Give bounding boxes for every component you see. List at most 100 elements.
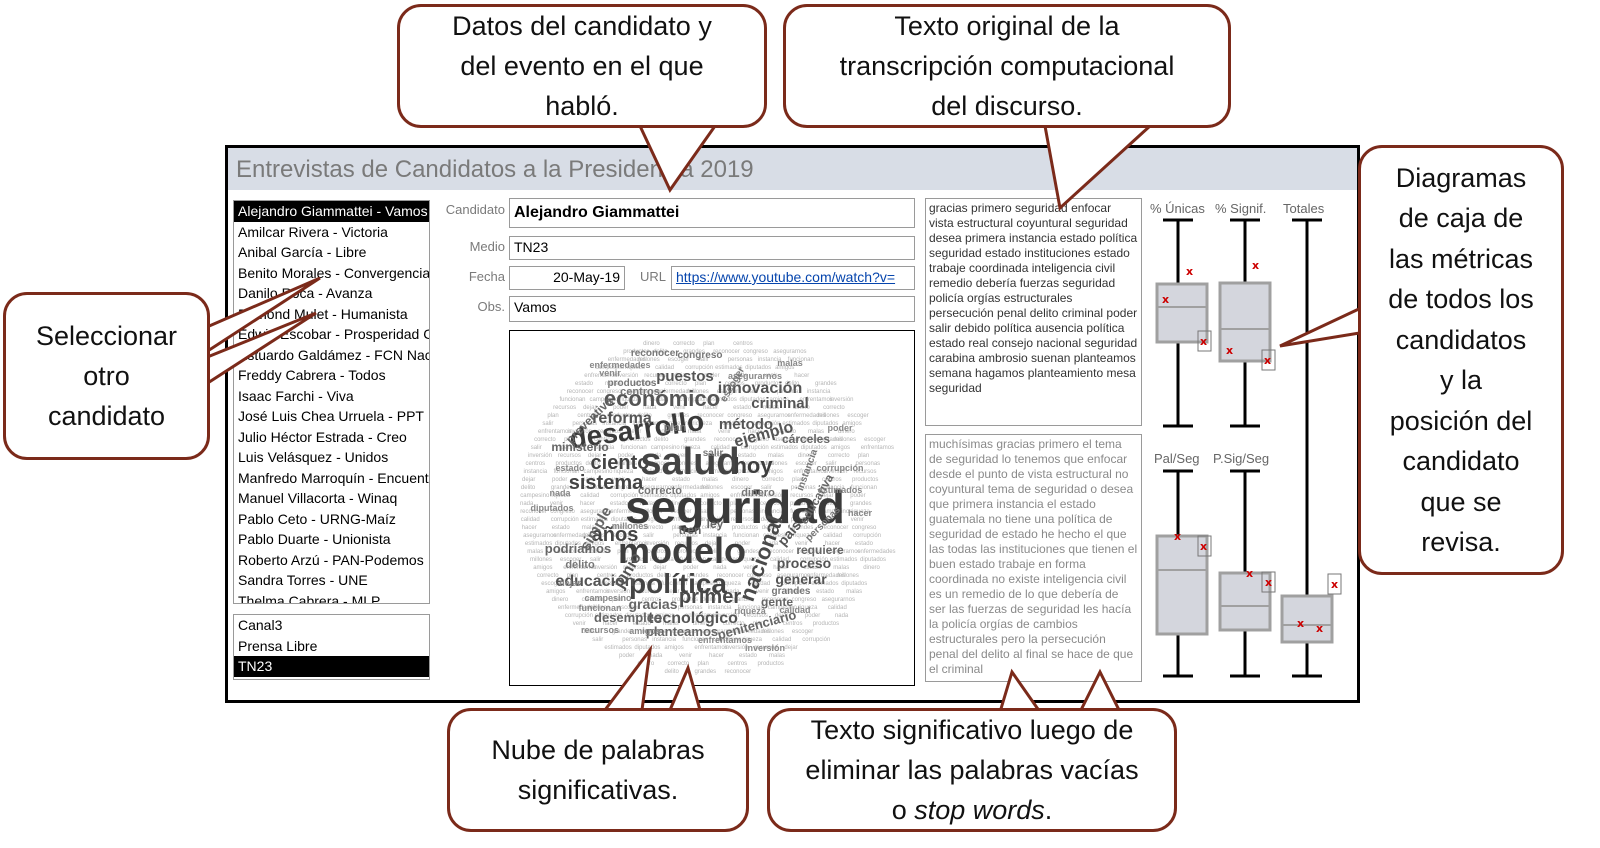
word-cloud-filler: millones [837,573,859,579]
callout-texto-sig-prefix: o [891,795,915,825]
word-cloud-filler: delito [665,669,680,675]
word-cloud-filler: grandes [815,381,837,387]
obs-field[interactable]: Vamos [509,296,915,322]
callout-datos-line: del evento en el que [460,51,704,81]
candidate-listbox[interactable]: Alejandro Giammattei - Vamos Amilcar Rive… [233,200,430,604]
word-cloud-filler: estado [552,525,571,531]
word-cloud-filler: campesino [520,493,550,499]
word-cloud-filler: dinero [643,341,660,347]
word-cloud-word: calidad [779,605,810,615]
word-cloud-filler: grandes [695,669,717,675]
candidate-list-item[interactable]: Roberto Arzú - PAN-Podemos [234,550,429,571]
word-cloud-word: venir [599,368,621,378]
candidate-list-item[interactable]: Julio Héctor Estrada - Creo [234,427,429,448]
candidate-list-item[interactable]: Freddy Cabrera - Todos [234,365,429,386]
original-transcript-text[interactable]: gracias primero seguridad enfocar vista … [925,198,1142,426]
word-cloud-filler: correcto [823,405,845,411]
media-list-item[interactable]: Canal3 [234,615,429,636]
candidate-list-item[interactable]: Edwin Escobar - Prosperidad Ciudadana [234,324,429,345]
word-cloud-filler: productos [813,621,839,627]
word-cloud-word: requiere [796,543,844,557]
media-list-item[interactable]: TN23 [234,656,429,677]
candidate-list-item[interactable]: Luis Velásquez - Unidos [234,447,429,468]
word-cloud-filler: malas [527,549,543,555]
word-cloud-filler: reconocer [567,389,594,395]
word-cloud-filler: salir [542,421,553,427]
candidato-field[interactable]: Alejandro Giammattei [509,198,915,228]
callout-diagramas: Diagramas de caja de las métricas de tod… [1358,145,1564,575]
word-cloud-filler: asegurarnos [523,533,556,539]
callout-texto-sig-em: stop words [914,795,1045,825]
candidate-list-item[interactable]: José Luis Chea Urruela - PPT [234,406,429,427]
marker-x: x [1162,293,1169,306]
word-cloud-filler: correcto [668,661,690,667]
word-cloud-filler: millones [834,437,856,443]
candidate-list-item[interactable]: Manfredo Marroquín - Encuentro [234,468,429,489]
word-cloud-word: millones [612,521,649,531]
candidate-list-item[interactable]: Estuardo Galdámez - FCN Nación [234,345,429,366]
marker-x: x [1252,259,1259,272]
word-cloud-filler: estado [739,653,758,659]
url-field[interactable]: https://www.youtube.com/watch?v= [671,266,915,290]
candidate-list-item[interactable]: Pablo Ceto - URNG-Maíz [234,509,429,530]
word-cloud-filler: escoger [847,413,868,419]
candidate-list-item[interactable]: Pablo Duarte - Unionista [234,529,429,550]
word-cloud-filler: reconocer [725,669,752,675]
candidate-list-item[interactable]: Isaac Farchi - Viva [234,386,429,407]
word-cloud-filler: venir [679,653,692,659]
callout-diagramas-line: Diagramas [1395,162,1527,193]
significant-text[interactable]: muchísimas gracias primero el tema de se… [925,434,1142,682]
url-link[interactable]: https://www.youtube.com/watch?v= [676,269,895,285]
media-list-item[interactable]: Prensa Libre [234,636,429,657]
candidate-list-item[interactable]: Manuel Villacorta - Winaq [234,488,429,509]
word-cloud-filler: amigos [533,565,552,571]
url-label: URL [639,269,666,284]
marker-x: x [1200,540,1207,553]
word-cloud-word: dinero [741,487,775,499]
word-cloud-word: hoy [733,453,773,478]
word-cloud-filler: millones [817,413,839,419]
boxplot-pal-seg: x x [1155,469,1212,678]
candidate-list-item[interactable]: Thelma Cabrera - MLP [234,591,429,604]
metric-label-totales: Totales [1283,201,1325,216]
candidate-list-item[interactable]: Danilo Roca - Avanza [234,283,429,304]
callout-diagramas-line: las métricas [1388,243,1533,274]
word-cloud-word: plan [664,422,687,434]
word-cloud-filler: calidad [823,533,842,539]
marker-x: x [1331,578,1338,591]
word-cloud-filler: congreso [852,525,877,531]
medio-field[interactable]: TN23 [509,236,915,260]
word-cloud-filler: amigos [664,645,683,651]
fecha-field[interactable]: 20-May-19 [509,266,625,290]
callout-texto-sig-suffix: . [1044,795,1053,825]
candidate-list-item[interactable]: Amilcar Rivera - Victoria [234,222,429,243]
candidate-list-item[interactable]: Benito Morales - Convergencia [234,263,429,284]
callout-texto-original-line: Texto original de la [894,11,1120,41]
word-cloud-filler: correcto [673,341,695,347]
callout-seleccionar: Seleccionar otro candidato [3,292,210,460]
callout-datos-line: habló. [545,91,619,121]
app-window: Entrevistas de Candidatos a la Presidenc… [225,145,1360,703]
word-cloud-filler: diputados [860,557,886,563]
word-cloud-word: delito [565,559,595,571]
word-cloud-filler: salir [592,637,603,643]
callout-nube: Nube de palabras significativas. [447,708,749,832]
word-cloud-filler: estado [733,405,752,411]
marker-x: x [1316,622,1323,635]
media-listbox[interactable]: Canal3 Prensa Libre TN23 [233,614,430,680]
word-cloud-word: ley [707,517,724,531]
word-cloud-filler: malas [833,565,849,571]
candidate-list-item[interactable]: Alejandro Giammattei - Vamos [234,201,429,222]
word-cloud-filler: inversión [528,453,552,459]
word-cloud-filler: funcionan [560,397,586,403]
candidate-list-item[interactable]: Sandra Torres - UNE [234,570,429,591]
word-cloud-filler: millones [530,557,552,563]
word-cloud-word: enfrentamos [698,635,752,645]
word-cloud-word: estado [555,463,585,473]
word-cloud-filler: plan [858,453,869,459]
word-cloud-word: podríamos [545,541,611,556]
candidate-list-item[interactable]: Anibal García - Libre [234,242,429,263]
word-cloud-filler: corrupción [802,637,830,643]
word-cloud-word: ministerio [551,440,608,454]
candidate-list-item[interactable]: Edmond Mulet - Humanista [234,304,429,325]
